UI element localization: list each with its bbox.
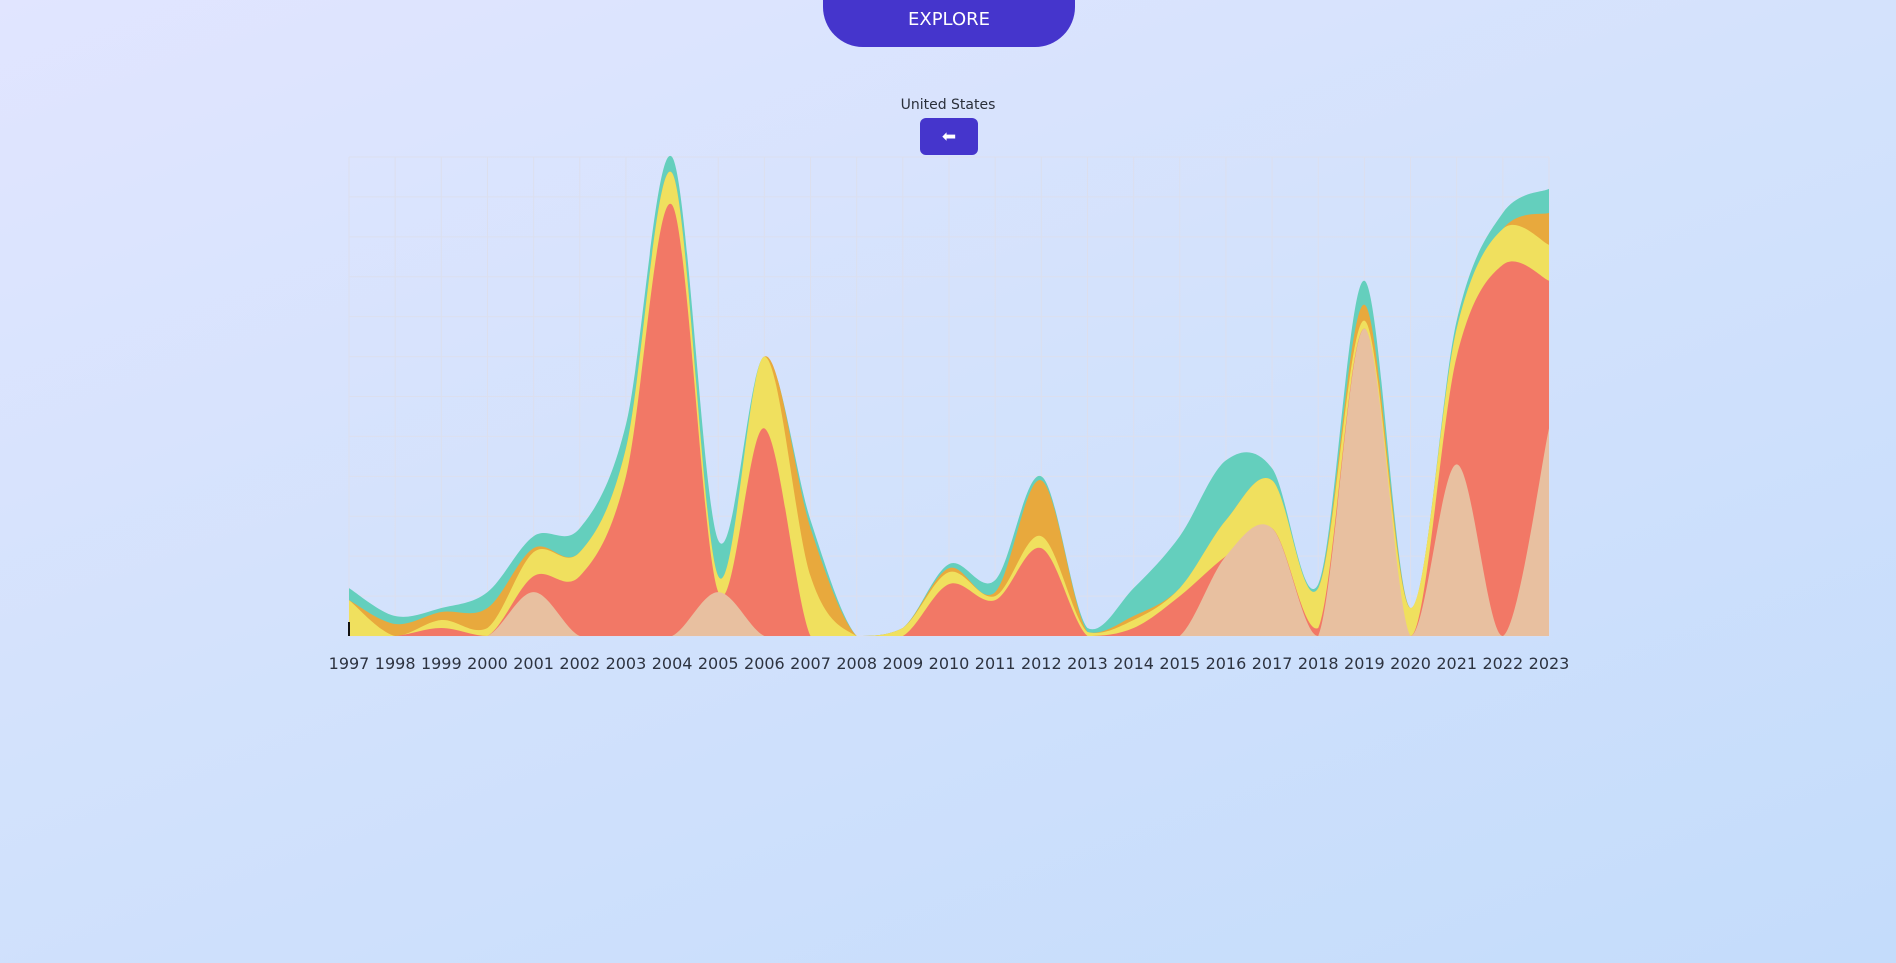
x-tick-label: 2015 bbox=[1159, 654, 1200, 673]
x-tick-label: 2010 bbox=[929, 654, 970, 673]
x-tick-label: 2012 bbox=[1021, 654, 1062, 673]
x-tick-label: 2003 bbox=[606, 654, 647, 673]
x-tick-label: 1998 bbox=[375, 654, 416, 673]
x-tick-label: 2021 bbox=[1436, 654, 1477, 673]
x-tick-label: 2006 bbox=[744, 654, 785, 673]
x-tick-label: 2013 bbox=[1067, 654, 1108, 673]
x-tick-label: 2011 bbox=[975, 654, 1016, 673]
x-tick-label: 2000 bbox=[467, 654, 508, 673]
x-tick-label: 2007 bbox=[790, 654, 831, 673]
x-tick-label: 2004 bbox=[652, 654, 693, 673]
x-tick-label: 2005 bbox=[698, 654, 739, 673]
x-axis-ticks: 1997 1998 1999 2000 2001 2002 2003 2004 2005 2006… bbox=[329, 654, 1570, 673]
x-tick-label: 2002 bbox=[559, 654, 600, 673]
x-tick-label: 2014 bbox=[1113, 654, 1154, 673]
x-tick-label: 2001 bbox=[513, 654, 554, 673]
x-tick-label: 2023 bbox=[1529, 654, 1570, 673]
x-tick-label: 2008 bbox=[836, 654, 877, 673]
x-tick-label: 2017 bbox=[1252, 654, 1293, 673]
x-tick-label: 2020 bbox=[1390, 654, 1431, 673]
x-tick-label: 1999 bbox=[421, 654, 462, 673]
x-tick-label: 2016 bbox=[1206, 654, 1247, 673]
x-tick-label: 1997 bbox=[329, 654, 370, 673]
x-tick-label: 2009 bbox=[882, 654, 923, 673]
x-tick-label: 2018 bbox=[1298, 654, 1339, 673]
streamgraph-chart: 1997 1998 1999 2000 2001 2002 2003 2004 2005 2006… bbox=[329, 155, 1570, 673]
x-tick-label: 2019 bbox=[1344, 654, 1385, 673]
x-tick-label: 2022 bbox=[1482, 654, 1523, 673]
